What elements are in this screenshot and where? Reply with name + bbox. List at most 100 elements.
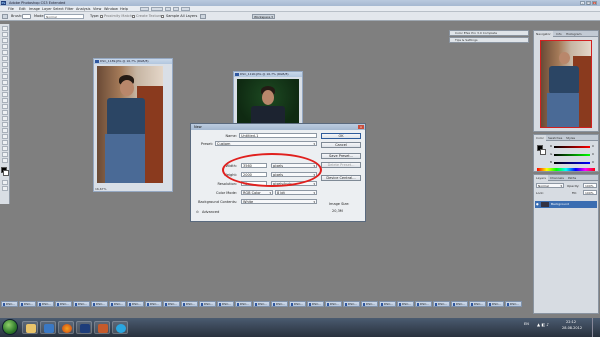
shape-tool-icon[interactable] — [2, 128, 8, 133]
minimize-button[interactable]: – — [580, 1, 585, 5]
minimized-doc[interactable]: DSC... — [199, 301, 216, 307]
minimized-doc[interactable]: DSC... — [109, 301, 126, 307]
minimized-doc[interactable]: DSC... — [55, 301, 72, 307]
taskbar-powerpoint[interactable] — [94, 321, 110, 334]
menu-filter[interactable]: Filter — [65, 7, 74, 11]
workspace-button[interactable]: Workspace ▾ — [252, 14, 275, 19]
save-preset-button[interactable]: Save Preset... — [321, 153, 361, 159]
screen-mode-icon[interactable] — [2, 186, 8, 191]
clone-stamp-tool-icon[interactable] — [2, 74, 8, 79]
document-window-2[interactable]: DSC_1190.JPG @ 16,7% (RGB/8) — [233, 71, 303, 131]
blur-tool-icon[interactable] — [2, 98, 8, 103]
tab-channels[interactable]: Channels — [548, 175, 566, 181]
advanced-label[interactable]: Advanced — [202, 210, 219, 214]
menu-analysis[interactable]: Analysis — [76, 7, 90, 11]
quick-mask-icon[interactable] — [2, 180, 8, 185]
minimized-doc[interactable]: DSC... — [235, 301, 252, 307]
dodge-tool-icon[interactable] — [2, 104, 8, 109]
menu-edit[interactable]: Edit — [19, 7, 26, 11]
document-title-2[interactable]: DSC_1190.JPG @ 16,7% (RGB/8) — [234, 72, 302, 77]
arrange-documents-icon[interactable] — [181, 7, 190, 11]
minimized-doc[interactable]: DSC... — [361, 301, 378, 307]
dialog-title-bar[interactable]: New × — [191, 124, 365, 130]
brush-picker[interactable] — [22, 14, 31, 19]
menu-file[interactable]: File — [8, 7, 14, 11]
lasso-tool-icon[interactable] — [2, 38, 8, 43]
eraser-tool-icon[interactable] — [2, 86, 8, 91]
color-ramp[interactable] — [537, 168, 595, 171]
red-slider[interactable] — [554, 146, 590, 148]
rotate-view-icon[interactable] — [173, 7, 179, 11]
bit-depth-select[interactable]: 8 bit — [275, 190, 317, 196]
slice-tool-icon[interactable] — [2, 56, 8, 61]
dialog-close-button[interactable]: × — [358, 125, 364, 129]
maximize-button[interactable]: □ — [586, 1, 591, 5]
minimized-doc[interactable]: DSC... — [487, 301, 504, 307]
background-contents-select[interactable]: White — [241, 199, 317, 205]
crop-tool-icon[interactable] — [2, 50, 8, 55]
clock-date[interactable]: 28.08.2012 — [562, 326, 582, 330]
3d-tool-icon[interactable] — [2, 134, 8, 139]
eye-icon[interactable]: ● — [536, 201, 539, 208]
eyedropper-tool-icon[interactable] — [2, 146, 8, 151]
minimized-doc[interactable]: DSC... — [505, 301, 522, 307]
preset-select[interactable]: Custom — [215, 141, 317, 147]
gradient-tool-icon[interactable] — [2, 92, 8, 97]
bridge-button[interactable] — [140, 7, 149, 11]
minimized-doc[interactable]: DSC... — [145, 301, 162, 307]
tab-histogram[interactable]: Histogram — [564, 31, 584, 37]
move-tool-icon[interactable] — [2, 26, 8, 31]
tab-info[interactable]: Info — [554, 31, 564, 37]
hand-tool-icon[interactable] — [2, 152, 8, 157]
pen-tool-icon[interactable] — [2, 110, 8, 115]
brush-tool-icon[interactable] — [2, 68, 8, 73]
menu-view[interactable]: View — [93, 7, 101, 11]
zoom-tool-icon[interactable] — [2, 158, 8, 163]
taskbar-skype[interactable] — [112, 321, 128, 334]
path-selection-tool-icon[interactable] — [2, 122, 8, 127]
bg-color-swatch[interactable] — [540, 149, 546, 155]
minimized-doc[interactable]: DSC... — [379, 301, 396, 307]
blend-mode-select[interactable]: Normal — [536, 183, 564, 189]
minimized-doc[interactable]: DSC... — [397, 301, 414, 307]
create-texture-radio[interactable] — [132, 15, 135, 18]
delete-preset-button[interactable]: Delete Preset... — [321, 162, 361, 168]
minimized-doc[interactable]: DSC... — [19, 301, 36, 307]
marquee-tool-icon[interactable] — [2, 32, 8, 37]
minimized-doc[interactable]: DSC... — [217, 301, 234, 307]
taskbar-explorer[interactable] — [22, 321, 38, 334]
document-title-1[interactable]: DSC_1189.JPG @ 16,7% (RGB/8) — [94, 59, 172, 64]
clock-time[interactable]: 22:12 — [566, 320, 576, 324]
tray-icons[interactable]: ▲ ◧ ♪ — [537, 322, 549, 327]
navigator-preview[interactable] — [540, 40, 592, 128]
spot-healing-brush-icon[interactable] — [2, 14, 8, 19]
device-central-button[interactable]: Device Central... — [321, 175, 361, 181]
tab-navigator[interactable]: Navigator — [534, 31, 553, 37]
tab-layers[interactable]: Layers — [534, 175, 548, 181]
advanced-toggle-icon[interactable]: ⊙ — [196, 210, 199, 214]
healing-brush-tool-icon[interactable] — [2, 62, 8, 67]
minimized-doc[interactable]: DSC... — [1, 301, 18, 307]
minimized-doc[interactable]: DSC... — [37, 301, 54, 307]
type-tool-icon[interactable] — [2, 116, 8, 121]
minimized-doc[interactable]: DSC... — [73, 301, 90, 307]
menu-help[interactable]: Help — [120, 7, 128, 11]
minimized-doc[interactable]: DSC... — [127, 301, 144, 307]
minimized-doc[interactable]: DSC... — [415, 301, 432, 307]
language-indicator[interactable]: EN — [524, 322, 529, 326]
quick-selection-tool-icon[interactable] — [2, 44, 8, 49]
minimized-doc[interactable]: DSC... — [163, 301, 180, 307]
start-button[interactable] — [2, 319, 18, 335]
minimized-doc[interactable]: DSC... — [181, 301, 198, 307]
close-button[interactable]: × — [592, 1, 597, 5]
document-window-1[interactable]: DSC_1189.JPG @ 16,7% (RGB/8) 16,67% — [93, 58, 173, 192]
proximity-match-radio[interactable] — [100, 15, 103, 18]
minimized-doc[interactable]: DSC... — [343, 301, 360, 307]
minimized-doc[interactable]: DSC... — [289, 301, 306, 307]
minimized-doc[interactable]: DSC... — [451, 301, 468, 307]
hand-tool-icon[interactable] — [165, 7, 171, 11]
menu-window[interactable]: Window — [104, 7, 118, 11]
green-slider[interactable] — [554, 154, 590, 156]
minimized-doc[interactable]: DSC... — [433, 301, 450, 307]
tips-panel[interactable]: Tips & Settings — [449, 37, 529, 43]
